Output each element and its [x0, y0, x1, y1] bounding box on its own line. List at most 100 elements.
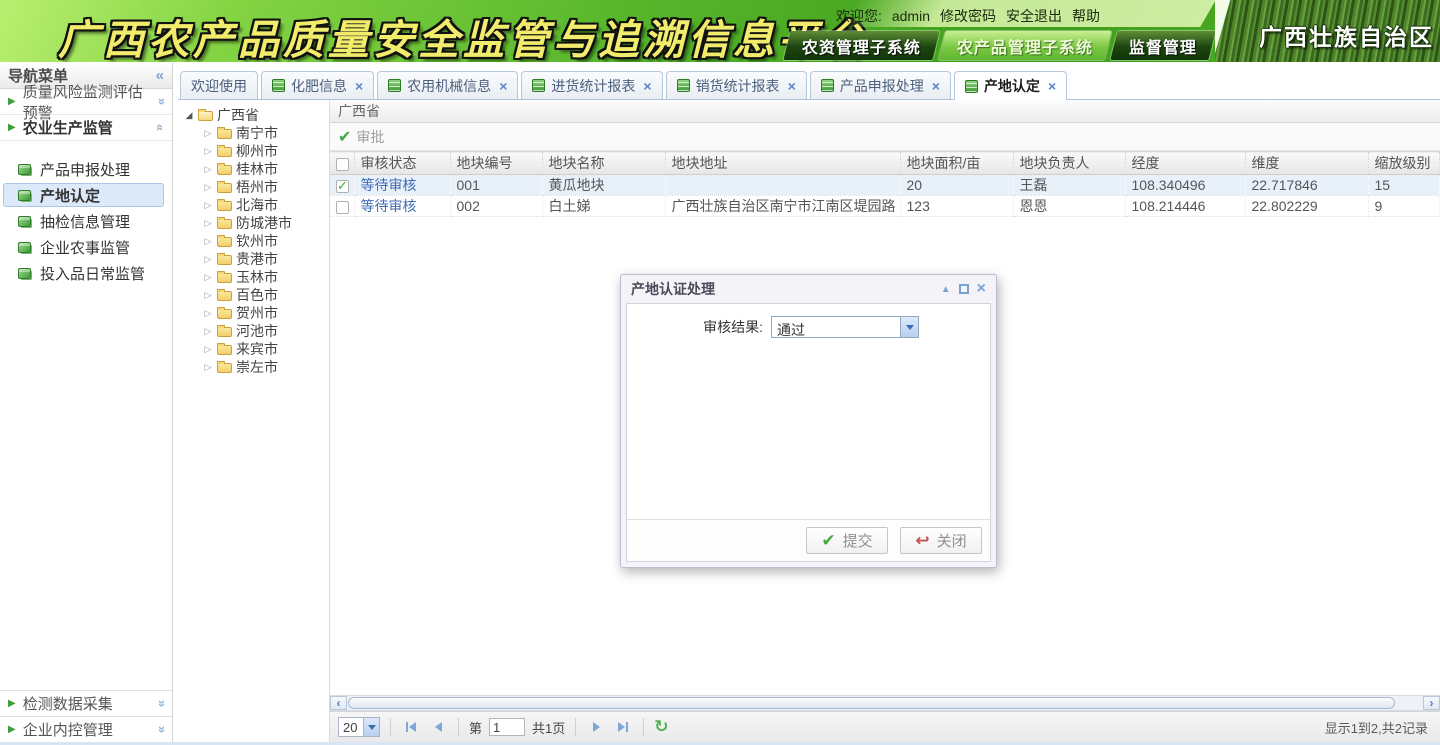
collapsed-icon[interactable]: ▷	[203, 362, 213, 373]
tree-node[interactable]: ▷贺州市	[178, 304, 329, 322]
collapsed-icon[interactable]: ▷	[203, 326, 213, 337]
next-page-button[interactable]	[586, 717, 606, 737]
origin-certification-dialog: 产地认证处理 ▲ × 审核结果: 通过 ✔ 提交 ↩ 关闭	[620, 274, 997, 568]
tree-node[interactable]: ▷梧州市	[178, 178, 329, 196]
close-button[interactable]: ↩ 关闭	[900, 527, 982, 554]
tree-node[interactable]: ▷贵港市	[178, 250, 329, 268]
sidebar-item-product-declaration[interactable]: 产品申报处理	[3, 157, 164, 181]
last-page-button[interactable]	[613, 717, 633, 737]
table-row[interactable]: 等待审核 002 白土娣 广西壮族自治区南宁市江南区堤园路 123 恩恩 108…	[330, 196, 1440, 217]
tree-node[interactable]: ▷北海市	[178, 196, 329, 214]
table-header-row: 审核状态 地块编号 地块名称 地块地址 地块面积/亩 地块负责人 经度 维度 缩…	[330, 152, 1440, 175]
sidebar-item-origin-determination[interactable]: 产地认定	[3, 183, 164, 207]
collapsed-icon[interactable]: ▷	[203, 254, 213, 265]
dialog-title: 产地认证处理	[631, 279, 715, 299]
tab-origin-determination[interactable]: 产地认定 ×	[954, 71, 1067, 100]
dropdown-arrow-icon[interactable]	[363, 718, 379, 736]
close-icon[interactable]: ×	[499, 78, 507, 94]
tree-node[interactable]: ▷南宁市	[178, 124, 329, 142]
page-size-select[interactable]: 20	[338, 717, 380, 737]
col-longitude: 经度	[1125, 152, 1245, 175]
maximize-icon[interactable]	[959, 284, 969, 294]
table-row[interactable]: 等待审核 001 黄瓜地块 20 王磊 108.340496 22.717846…	[330, 175, 1440, 196]
sidebar-section-quality-risk[interactable]: ▶ 质量风险监测评估预警 «	[0, 89, 172, 115]
plots-table: 审核状态 地块编号 地块名称 地块地址 地块面积/亩 地块负责人 经度 维度 缩…	[330, 151, 1440, 217]
help-link[interactable]: 帮助	[1072, 6, 1100, 26]
submit-button[interactable]: ✔ 提交	[806, 527, 888, 554]
close-icon[interactable]: ×	[977, 283, 986, 295]
close-icon[interactable]: ×	[643, 78, 651, 94]
collapse-icon[interactable]: ▲	[941, 284, 951, 295]
back-arrow-icon: ↩	[915, 531, 929, 551]
module-icon	[18, 242, 31, 253]
approve-button[interactable]: 审批	[356, 127, 384, 147]
scroll-left-arrow[interactable]: ‹	[330, 696, 347, 710]
chevron-down-icon[interactable]: «	[153, 700, 168, 707]
tree-node[interactable]: ▷百色市	[178, 286, 329, 304]
tab-bar: 欢迎使用 化肥信息 × 农用机械信息 × 进货统计报表 × 销货统计报表 × 产…	[178, 62, 1440, 100]
tree-node[interactable]: ▷防城港市	[178, 214, 329, 232]
tab-fertilizer-info[interactable]: 化肥信息 ×	[261, 71, 374, 99]
select-all-checkbox[interactable]	[336, 158, 349, 171]
tree-node[interactable]: ▷柳州市	[178, 142, 329, 160]
horizontal-scrollbar[interactable]: ‹ ›	[330, 695, 1440, 711]
review-result-select[interactable]: 通过	[771, 316, 919, 338]
first-page-button[interactable]	[401, 717, 421, 737]
collapsed-icon[interactable]: ▷	[203, 236, 213, 247]
tab-agri-machinery-info[interactable]: 农用机械信息 ×	[377, 71, 518, 99]
collapsed-icon[interactable]: ▷	[203, 344, 213, 355]
collapsed-icon[interactable]: ▷	[203, 146, 213, 157]
separator	[575, 718, 576, 736]
sidebar-item-enterprise-farming[interactable]: 企业农事监管	[3, 235, 164, 259]
status-link[interactable]: 等待审核	[361, 177, 417, 193]
sidebar-section-internal-control[interactable]: ▶ 企业内控管理 «	[0, 716, 172, 742]
chevron-down-icon[interactable]: «	[153, 726, 168, 733]
row-checkbox[interactable]	[336, 180, 349, 193]
system-tab-agri-products[interactable]: 农产品管理子系统	[938, 31, 1111, 60]
expanded-icon[interactable]: ◢	[184, 110, 194, 121]
close-icon[interactable]: ×	[355, 78, 363, 94]
tree-node-root[interactable]: ◢ 广西省	[178, 106, 329, 124]
scroll-right-arrow[interactable]: ›	[1423, 696, 1440, 710]
status-link[interactable]: 等待审核	[361, 198, 417, 214]
chevron-up-icon[interactable]: «	[153, 124, 168, 131]
page-number-input[interactable]	[489, 718, 525, 736]
sidebar-section-testing-data[interactable]: ▶ 检测数据采集 «	[0, 690, 172, 716]
collapsed-icon[interactable]: ▷	[203, 218, 213, 229]
close-icon[interactable]: ×	[1048, 78, 1056, 94]
folder-icon	[217, 183, 232, 193]
tree-node[interactable]: ▷河池市	[178, 322, 329, 340]
cell-zoom-level: 9	[1368, 196, 1440, 217]
tree-node[interactable]: ▷桂林市	[178, 160, 329, 178]
tree-node[interactable]: ▷来宾市	[178, 340, 329, 358]
collapsed-icon[interactable]: ▷	[203, 164, 213, 175]
collapsed-icon[interactable]: ▷	[203, 128, 213, 139]
tab-product-declaration[interactable]: 产品申报处理 ×	[810, 71, 951, 99]
close-icon[interactable]: ×	[932, 78, 940, 94]
tree-node[interactable]: ▷崇左市	[178, 358, 329, 376]
prev-page-button[interactable]	[428, 717, 448, 737]
change-password-link[interactable]: 修改密码	[940, 6, 996, 26]
chevron-down-icon[interactable]: «	[153, 98, 168, 105]
sidebar-collapse-icon[interactable]: «	[156, 67, 164, 84]
tree-node[interactable]: ▷钦州市	[178, 232, 329, 250]
sidebar-item-input-supervision[interactable]: 投入品日常监管	[3, 261, 164, 285]
system-tab-agri-materials[interactable]: 农资管理子系统	[783, 31, 939, 60]
logout-link[interactable]: 安全退出	[1006, 6, 1062, 26]
collapsed-icon[interactable]: ▷	[203, 290, 213, 301]
sidebar-item-sampling-info[interactable]: 抽检信息管理	[3, 209, 164, 233]
close-icon[interactable]: ×	[788, 78, 796, 94]
tab-welcome[interactable]: 欢迎使用	[180, 71, 258, 99]
collapsed-icon[interactable]: ▷	[203, 200, 213, 211]
tree-node[interactable]: ▷玉林市	[178, 268, 329, 286]
dropdown-arrow-icon[interactable]	[900, 317, 918, 337]
system-tab-supervision[interactable]: 监督管理	[1110, 31, 1215, 60]
tab-purchase-report[interactable]: 进货统计报表 ×	[521, 71, 662, 99]
row-checkbox[interactable]	[336, 201, 349, 214]
collapsed-icon[interactable]: ▷	[203, 272, 213, 283]
collapsed-icon[interactable]: ▷	[203, 308, 213, 319]
refresh-icon[interactable]: ↻	[654, 719, 668, 735]
collapsed-icon[interactable]: ▷	[203, 182, 213, 193]
scrollbar-thumb[interactable]	[348, 697, 1395, 709]
tab-sales-report[interactable]: 销货统计报表 ×	[666, 71, 807, 99]
